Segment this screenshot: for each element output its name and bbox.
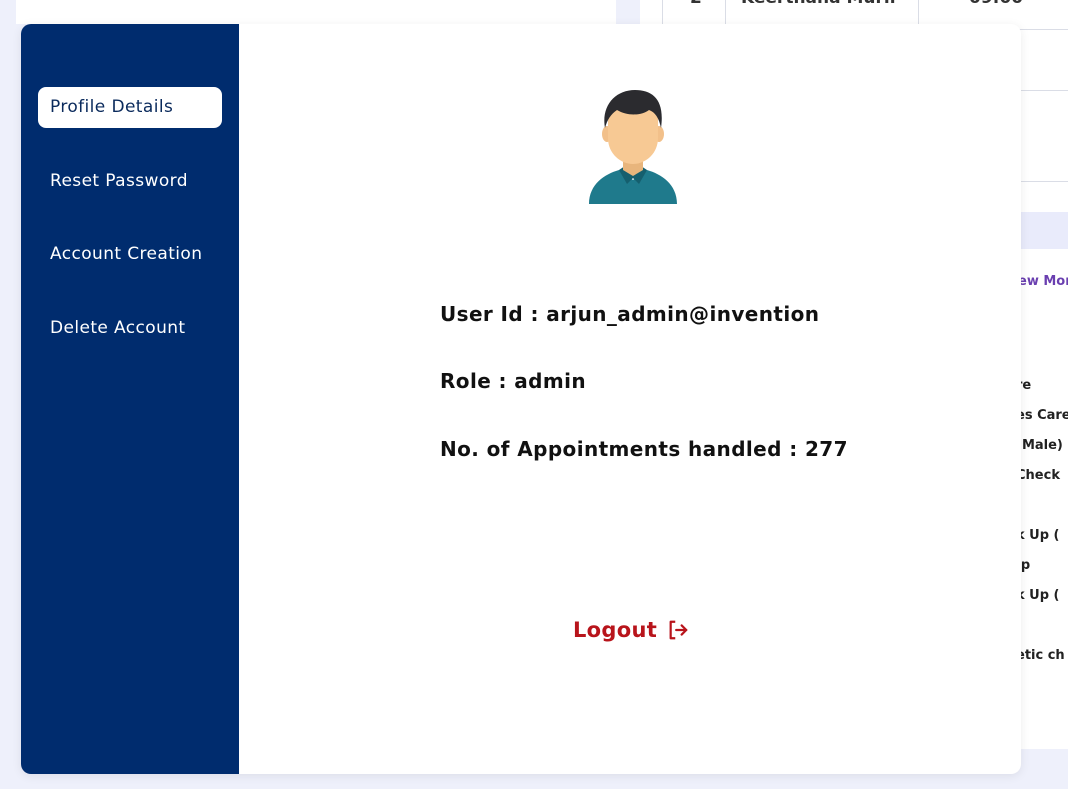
list-item: k Up ( [1016, 528, 1060, 543]
table-cell-index: 2 [690, 0, 702, 8]
list-item: (Male) [1016, 438, 1063, 453]
logout-icon [669, 620, 688, 640]
list-item: etic ch [1016, 648, 1065, 663]
logout-label: Logout [573, 618, 658, 642]
profile-content: User Id : arjun_admin@invention Role : a… [239, 24, 1021, 774]
sidebar-item-reset-password[interactable]: Reset Password [38, 161, 222, 202]
list-item: k Up ( [1016, 588, 1060, 603]
table-cell-time: 09:00 [969, 0, 1023, 8]
user-avatar-icon [589, 90, 677, 204]
profile-sidebar: Profile Details Reset Password Account C… [21, 24, 239, 774]
sidebar-item-account-creation[interactable]: Account Creation [38, 234, 222, 275]
list-item: Check [1016, 468, 1060, 483]
view-more-link[interactable]: ew Mor [1018, 274, 1068, 289]
sidebar-item-profile-details[interactable]: Profile Details [38, 87, 222, 128]
user-id-text: User Id : arjun_admin@invention [440, 302, 820, 326]
list-item: es Care [1016, 408, 1068, 423]
table-cell-name: Keerthana Murli [741, 0, 896, 8]
logout-button[interactable]: Logout [573, 618, 689, 642]
sidebar-item-delete-account[interactable]: Delete Account [38, 308, 222, 349]
appointments-handled-text: No. of Appointments handled : 277 [440, 437, 848, 461]
role-text: Role : admin [440, 369, 587, 393]
profile-modal: Profile Details Reset Password Account C… [21, 24, 1021, 774]
background-card [16, 0, 616, 24]
